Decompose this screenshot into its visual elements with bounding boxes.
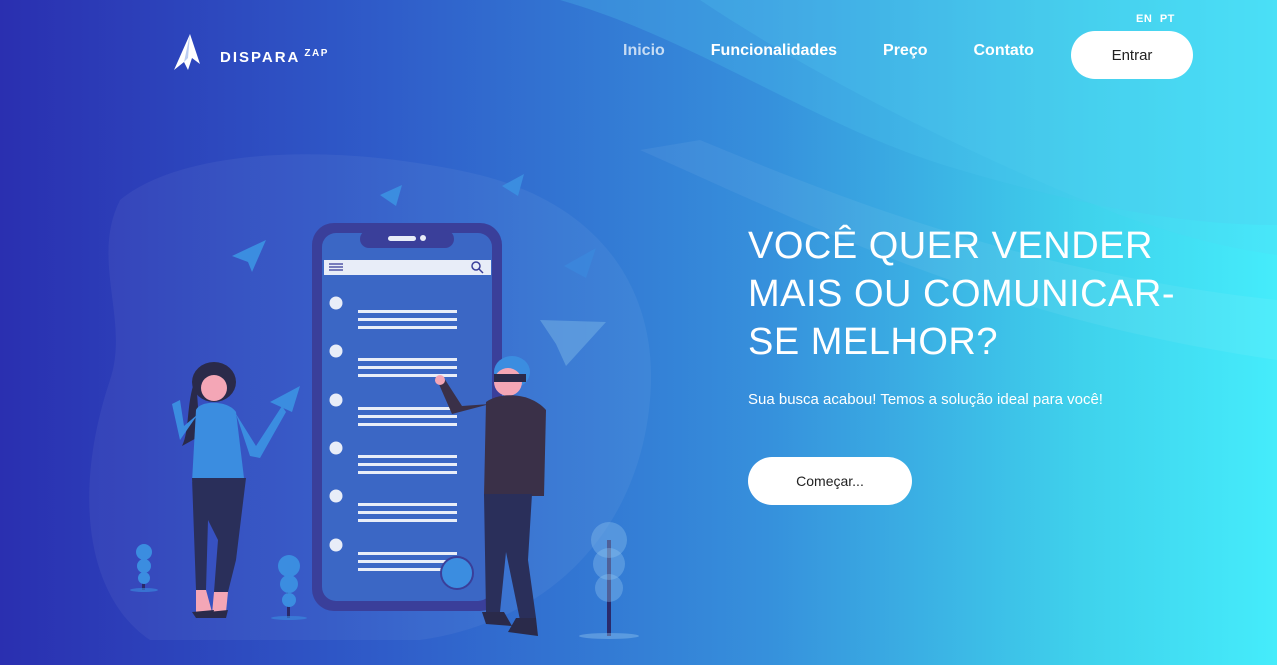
phone-toolbar <box>324 260 491 275</box>
hero-title: VOCÊ QUER VENDER MAIS OU COMUNICAR-SE ME… <box>748 225 1175 363</box>
woman-figure <box>172 362 286 618</box>
start-button[interactable]: Começar... <box>748 457 912 505</box>
hero-subtitle: Sua busca acabou! Temos a solução ideal … <box>748 391 1103 408</box>
